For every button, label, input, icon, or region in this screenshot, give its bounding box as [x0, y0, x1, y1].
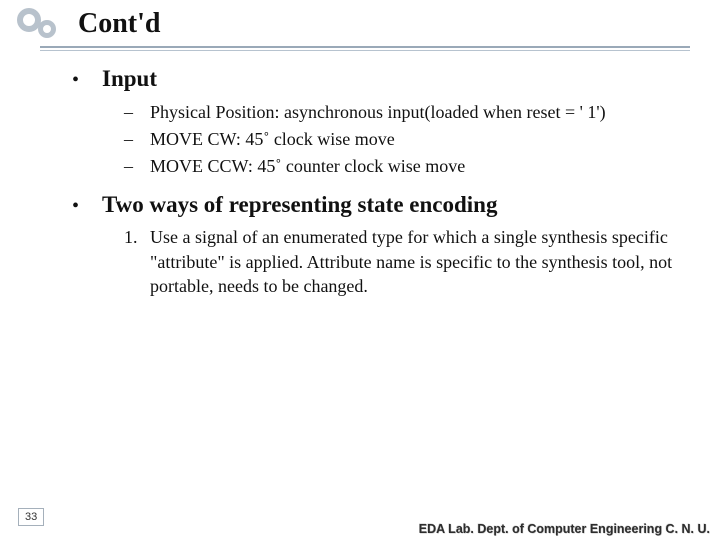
page-number: 33 [18, 508, 44, 526]
bullet-text: Two ways of representing state encoding [102, 191, 497, 220]
numbered-text: Use a signal of an enumerated type for w… [150, 225, 686, 298]
sub-item: – MOVE CW: 45˚ clock wise move [124, 127, 686, 151]
numbered-list: 1. Use a signal of an enumerated type fo… [124, 225, 686, 298]
sub-list: – Physical Position: asynchronous input(… [124, 100, 686, 179]
slide-body: • Input – Physical Position: asynchronou… [0, 51, 720, 540]
footer-org: EDA Lab. Dept. of Computer Engineering C… [419, 522, 710, 536]
bullet-item: • Two ways of representing state encodin… [72, 191, 686, 220]
page-number-box: 33 [18, 508, 44, 526]
sub-item: – Physical Position: asynchronous input(… [124, 100, 686, 124]
sub-text: MOVE CCW: 45˚ counter clock wise move [150, 154, 465, 178]
numbered-marker: 1. [124, 227, 150, 248]
bullet-item: • Input [72, 65, 686, 94]
numbered-item: 1. Use a signal of an enumerated type fo… [124, 225, 686, 298]
title-underline [0, 46, 720, 51]
title-row: Cont'd [0, 8, 720, 40]
bullet-marker: • [72, 68, 102, 92]
slide: Cont'd • Input – Physical Position: asyn… [0, 0, 720, 540]
slide-title: Cont'd [78, 8, 160, 40]
sub-marker: – [124, 102, 150, 123]
bullet-marker: • [72, 194, 102, 218]
sub-marker: – [124, 156, 150, 177]
title-area: Cont'd [0, 0, 720, 51]
logo-icon [0, 8, 78, 40]
sub-item: – MOVE CCW: 45˚ counter clock wise move [124, 154, 686, 178]
bullet-text: Input [102, 65, 157, 94]
sub-text: MOVE CW: 45˚ clock wise move [150, 127, 395, 151]
sub-text: Physical Position: asynchronous input(lo… [150, 100, 606, 124]
sub-marker: – [124, 129, 150, 150]
